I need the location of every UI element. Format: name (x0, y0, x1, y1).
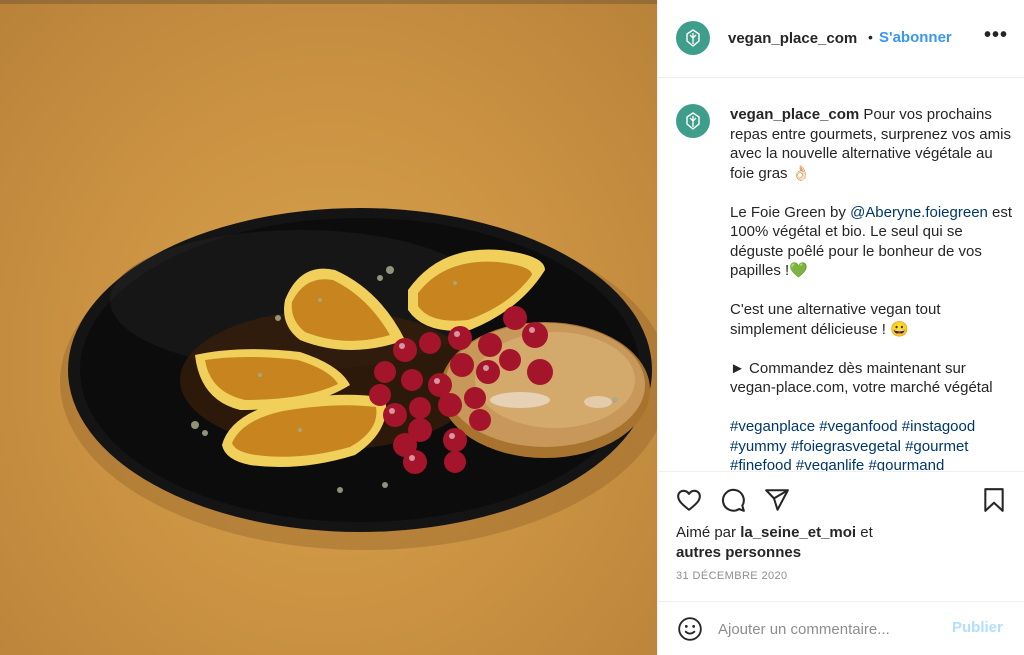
bookmark-icon[interactable] (981, 487, 1007, 518)
liked-by-user[interactable]: la_seine_et_moi (740, 524, 856, 541)
post-side-panel: vegan_place_com • S'abonner ••• vegan_pl… (657, 0, 1024, 655)
comment-bar: Publier (658, 601, 1024, 655)
likes-summary: Aimé par la_seine_et_moi et autres perso… (676, 523, 873, 563)
follow-button[interactable]: S'abonner (879, 29, 952, 46)
food-illustration (60, 208, 657, 550)
emoji-icon[interactable] (677, 616, 703, 647)
caption-paragraph-2: Le Foie Green by @Aberyne.foiegreen est … (730, 203, 1015, 281)
avatar[interactable] (676, 21, 710, 55)
likes-others-link[interactable]: autres personnes (676, 544, 801, 561)
post-date[interactable]: 31 DÉCEMBRE 2020 (676, 570, 788, 582)
publish-button[interactable]: Publier (952, 619, 1003, 636)
share-icon[interactable] (764, 487, 790, 518)
comment-input[interactable] (718, 618, 938, 640)
caption-paragraph-4: ► Commandez dès maintenant sur vegan-pla… (730, 359, 993, 397)
comment-icon[interactable] (720, 487, 746, 518)
caption-username[interactable]: vegan_place_com (730, 106, 859, 123)
caption-paragraph-3: C'est une alternative vegan tout simplem… (730, 301, 941, 338)
caption-text: Le Foie Green by (730, 203, 851, 221)
post-photo[interactable] (0, 0, 657, 655)
post-actions: Aimé par la_seine_et_moi et autres perso… (658, 471, 1024, 655)
heart-icon[interactable] (676, 487, 702, 518)
caption-avatar[interactable] (676, 104, 710, 138)
hashtags[interactable]: #veganplace #veganfood #instagood #yummy… (730, 417, 1015, 471)
separator-dot: • (868, 29, 873, 45)
likes-prefix: Aimé par (676, 524, 741, 541)
leaf-icon (686, 29, 700, 47)
post-header: vegan_place_com • S'abonner ••• (658, 0, 1024, 78)
likes-middle: et (856, 524, 873, 541)
post-caption: vegan_place_com Pour vos prochains repas… (730, 105, 1015, 471)
caption-area[interactable]: vegan_place_com Pour vos prochains repas… (658, 79, 1024, 471)
more-options-icon[interactable]: ••• (984, 24, 1008, 47)
caption-paragraph-1: vegan_place_com Pour vos prochains repas… (730, 105, 1015, 183)
mention-link[interactable]: @Aberyne.foiegreen (850, 204, 988, 221)
header-username[interactable]: vegan_place_com (728, 30, 857, 47)
leaf-icon (686, 112, 700, 130)
